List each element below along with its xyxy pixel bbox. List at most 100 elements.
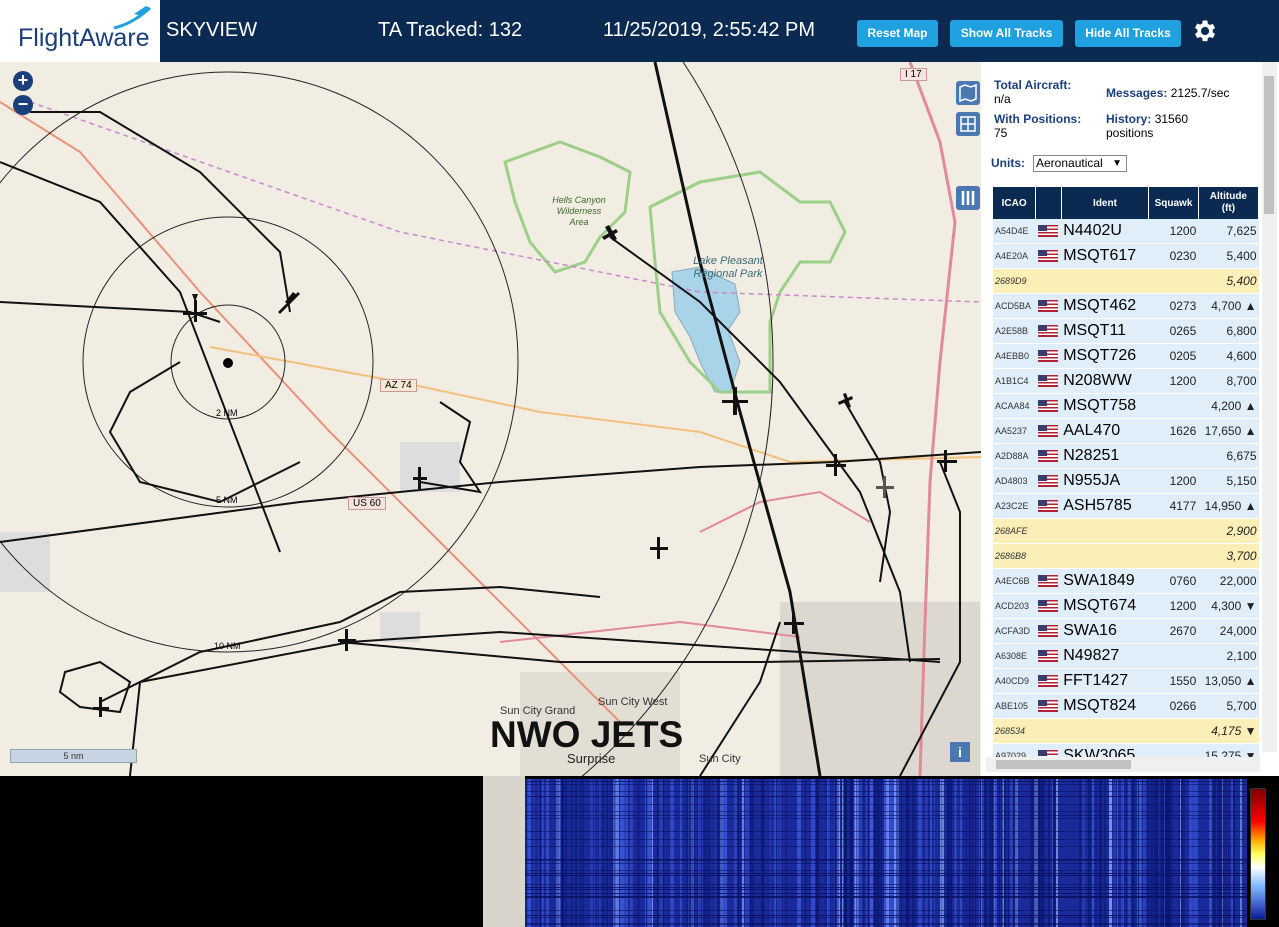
waterfall-streak — [860, 779, 862, 927]
info-button[interactable]: i — [950, 742, 970, 762]
waterfall-scanline — [525, 896, 1247, 897]
zoom-out-button[interactable]: − — [13, 95, 33, 115]
waterfall-streak — [918, 779, 922, 927]
columns-icon[interactable] — [956, 186, 980, 210]
table-row[interactable]: A6308E N49827 2,100 — [993, 643, 1259, 669]
waterfall-streak — [745, 779, 749, 927]
show-all-tracks-button[interactable]: Show All Tracks — [950, 20, 1063, 47]
waterfall-streak — [715, 779, 716, 927]
table-row[interactable]: A1B1C4 N208WW 1200 8,700 — [993, 368, 1259, 394]
squawk-cell: 0760 — [1148, 568, 1199, 594]
hide-all-tracks-button[interactable]: Hide All Tracks — [1075, 20, 1181, 47]
icao-cell: A1B1C4 — [993, 368, 1036, 394]
waterfall-streak — [546, 779, 549, 927]
altitude-cell: 4,600 — [1198, 343, 1259, 369]
waterfall-streak — [886, 779, 887, 927]
reset-map-button[interactable]: Reset Map — [857, 20, 938, 47]
grid-icon[interactable] — [956, 112, 980, 136]
waterfall-streak — [561, 779, 563, 927]
waterfall-scanline — [525, 873, 1247, 874]
scrollbar-thumb[interactable] — [1264, 76, 1274, 214]
scrollbar-thumb[interactable] — [996, 760, 1131, 769]
zoom-in-button[interactable]: + — [13, 71, 33, 91]
highway-az74 — [209, 346, 981, 464]
panel-horizontal-scrollbar[interactable] — [986, 757, 1260, 772]
ident-cell: N28251 — [1061, 443, 1149, 469]
waterfall-scanline — [525, 811, 1247, 812]
squawk-cell — [1148, 268, 1199, 294]
waterfall-streak — [620, 779, 621, 927]
table-row[interactable]: A4E20A MSQT617 0230 5,400 — [993, 243, 1259, 269]
panel-vertical-scrollbar[interactable] — [1262, 62, 1277, 752]
squawk-cell: 2670 — [1148, 618, 1199, 644]
aircraft-icon — [338, 629, 356, 651]
squawk-cell: 1200 — [1148, 468, 1199, 494]
highway-shield-us60: US 60 — [348, 497, 386, 510]
waterfall-gutter — [483, 776, 525, 927]
flag-cell — [1035, 219, 1062, 244]
waterfall-streak — [849, 779, 853, 927]
flightaware-logo[interactable]: FlightAware — [0, 0, 160, 62]
table-row[interactable]: 268534 4,175 ▼ — [993, 718, 1259, 744]
icao-cell: A54D4E — [993, 219, 1036, 244]
table-row[interactable]: ACD5BA MSQT462 0273 4,700 ▲ — [993, 293, 1259, 319]
waterfall-streak — [785, 779, 787, 927]
table-row[interactable]: AD4803 N955JA 1200 5,150 — [993, 468, 1259, 494]
waterfall-scanline — [525, 860, 1247, 861]
ident-cell: MSQT824 — [1061, 693, 1149, 719]
map-view[interactable]: 2 NM 5 NM 10 NM I 17 AZ 74 US 60 Hells C… — [0, 62, 981, 776]
col-altitude[interactable]: Altitude (ft) — [1198, 187, 1260, 219]
table-row[interactable]: 268AFE 2,900 — [993, 518, 1259, 544]
waterfall-scanline — [525, 924, 1247, 925]
road — [499, 620, 801, 643]
col-squawk[interactable]: Squawk — [1148, 187, 1199, 219]
table-row[interactable]: A54D4E N4402U 1200 7,625 — [993, 219, 1259, 244]
waterfall-streak — [1180, 779, 1181, 927]
col-flag[interactable] — [1035, 187, 1062, 219]
icao-cell: ACD203 — [993, 593, 1036, 619]
col-icao[interactable]: ICAO — [993, 187, 1037, 219]
table-row[interactable]: A2D88A N28251 6,675 — [993, 443, 1259, 469]
table-row[interactable]: A4EBB0 MSQT726 0205 4,600 — [993, 343, 1259, 369]
units-label: Units: — [991, 156, 1025, 170]
ident-cell: MSQT462 — [1061, 293, 1149, 319]
table-row[interactable]: ACD203 MSQT674 1200 4,300 ▼ — [993, 593, 1259, 619]
us-flag-icon — [1037, 599, 1058, 612]
altitude-cell: 22,000 — [1198, 568, 1259, 594]
table-row[interactable]: 2686B8 3,700 — [993, 543, 1259, 569]
waterfall-streak — [698, 779, 701, 927]
table-row[interactable]: ABE105 MSQT824 0266 5,700 — [993, 693, 1259, 719]
waterfall-streak — [894, 779, 896, 927]
waterfall-streak — [637, 779, 640, 927]
waterfall-streak — [816, 779, 819, 927]
logo-text: FlightAware — [18, 24, 150, 52]
table-row[interactable]: ACAA84 MSQT758 4,200 ▲ — [993, 393, 1259, 419]
col-ident[interactable]: Ident — [1061, 187, 1150, 219]
waterfall-streak — [827, 779, 828, 927]
waterfall-streak — [948, 779, 951, 927]
map-layers-icon[interactable] — [956, 81, 980, 105]
aircraft-panel: Total Aircraft: n/a Messages: 2125.7/sec… — [981, 62, 1279, 776]
waterfall-streak — [525, 779, 527, 927]
waterfall-streak — [1095, 779, 1096, 927]
table-row[interactable]: AA5237 AAL470 1626 17,650 ▲ — [993, 418, 1259, 444]
table-row[interactable]: A4EC6B SWA1849 0760 22,000 — [993, 568, 1259, 594]
table-row[interactable]: A40CD9 FFT1427 1550 13,050 ▲ — [993, 668, 1259, 694]
total-aircraft-value: n/a — [994, 92, 1011, 106]
units-select[interactable]: Aeronautical ▼ — [1033, 155, 1127, 172]
header-bar: FlightAware SKYVIEW TA Tracked: 132 11/2… — [0, 0, 1279, 62]
waterfall-streak — [1164, 779, 1165, 927]
waterfall-streak — [556, 779, 560, 927]
table-row[interactable]: A23C2E ASH5785 4177 14,950 ▲ — [993, 493, 1259, 519]
squawk-cell: 0230 — [1148, 243, 1199, 269]
table-row[interactable]: A2E58B MSQT11 0265 6,800 — [993, 318, 1259, 344]
table-row[interactable]: ACFA3D SWA16 2670 24,000 — [993, 618, 1259, 644]
table-row[interactable]: 2689D9 5,400 — [993, 268, 1259, 294]
ident-cell: SWA16 — [1061, 618, 1149, 644]
waterfall-canvas — [525, 779, 1247, 927]
ident-cell — [1061, 718, 1149, 744]
waterfall-streak — [533, 779, 535, 927]
gear-icon[interactable] — [1190, 17, 1218, 45]
us-flag-icon — [1037, 399, 1058, 412]
waterfall-streak — [576, 779, 577, 927]
